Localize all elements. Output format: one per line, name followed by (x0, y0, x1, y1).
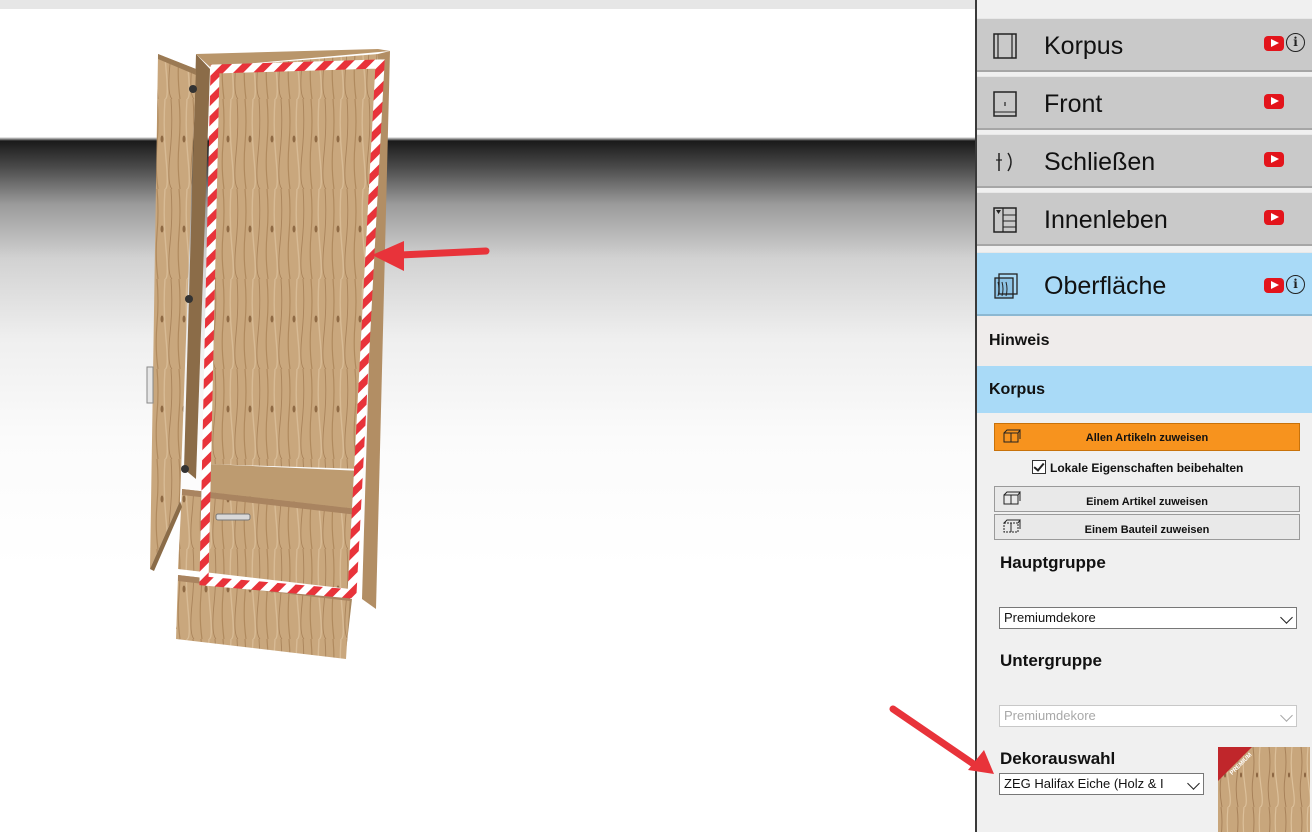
hauptgruppe-value: Premiumdekore (1004, 610, 1096, 625)
assign-part-label: Einem Bauteil zuweisen (1084, 524, 1210, 536)
checkbox[interactable] (1032, 460, 1046, 474)
assign-one-label: Einem Artikel zuweisen (1086, 496, 1208, 508)
tab-front[interactable]: Front (977, 76, 1312, 130)
cabinet-body-icon (993, 33, 1017, 59)
keep-local-label: Lokale Eigenschaften beibehalten (1050, 461, 1244, 475)
hinweis-label: Hinweis (989, 332, 1050, 349)
youtube-icon[interactable] (1264, 278, 1284, 293)
section-korpus[interactable]: Korpus (977, 366, 1312, 413)
assign-one-article-button[interactable]: Einem Artikel zuweisen (994, 486, 1300, 512)
dekor-swatch-preview[interactable]: PREMIUM (1218, 747, 1310, 832)
untergruppe-label: Untergruppe (1000, 651, 1102, 670)
tab-front-label: Front (1044, 90, 1103, 118)
dekorauswahl-label: Dekorauswahl (1000, 749, 1116, 768)
korpus-section-label: Korpus (989, 381, 1045, 398)
assign-all-articles-button[interactable]: Allen Artikeln zuweisen (994, 423, 1300, 451)
interior-icon (993, 207, 1017, 233)
tab-korpus[interactable]: Korpus i (977, 18, 1312, 72)
arrowhead-icon (968, 750, 994, 774)
untergruppe-select: Premiumdekore (999, 705, 1297, 727)
chevron-down-icon (1280, 611, 1293, 624)
keep-local-properties-checkbox[interactable]: Lokale Eigenschaften beibehalten (1032, 459, 1243, 477)
untergruppe-value: Premiumdekore (1004, 708, 1096, 723)
tab-oberflaeche-label: Oberfläche (1044, 272, 1167, 300)
hinge-icon (996, 152, 1012, 172)
chevron-down-icon (1280, 709, 1293, 722)
annotation-arrow-cabinet (372, 241, 490, 271)
dekor-select[interactable]: ZEG Halifax Eiche (Holz & I (999, 773, 1204, 795)
dekor-value: ZEG Halifax Eiche (Holz & I (1004, 776, 1164, 791)
tab-schliessen[interactable]: Schließen (977, 134, 1312, 188)
3d-viewport[interactable] (0, 9, 975, 832)
tab-oberflaeche[interactable]: Oberfläche i (977, 252, 1312, 316)
tab-schliessen-label: Schließen (1044, 148, 1156, 176)
info-icon[interactable]: i (1286, 33, 1305, 52)
info-icon[interactable]: i (1286, 275, 1305, 294)
youtube-icon[interactable] (1264, 36, 1284, 51)
cabinet-icon (1003, 491, 1021, 505)
tab-innenleben-label: Innenleben (1044, 206, 1168, 234)
hauptgruppe-label: Hauptgruppe (1000, 553, 1106, 572)
chevron-down-icon (1187, 777, 1200, 790)
assign-one-part-button[interactable]: Einem Bauteil zuweisen (994, 514, 1300, 540)
hauptgruppe-select[interactable]: Premiumdekore (999, 607, 1297, 629)
tab-innenleben[interactable]: Innenleben (977, 192, 1312, 246)
assign-all-label: Allen Artikeln zuweisen (1085, 432, 1209, 444)
cabinet-part-icon (1003, 519, 1021, 533)
cabinet-icon (1003, 429, 1021, 443)
surface-icon (994, 273, 1018, 299)
youtube-icon[interactable] (1264, 152, 1284, 167)
tab-korpus-label: Korpus (1044, 32, 1124, 60)
youtube-icon[interactable] (1264, 94, 1284, 109)
section-hinweis[interactable]: Hinweis (977, 316, 1312, 366)
cabinet-front-icon (993, 91, 1017, 117)
properties-sidebar: Korpus i Front Schließen Innenleben Ober… (975, 0, 1312, 832)
youtube-icon[interactable] (1264, 210, 1284, 225)
